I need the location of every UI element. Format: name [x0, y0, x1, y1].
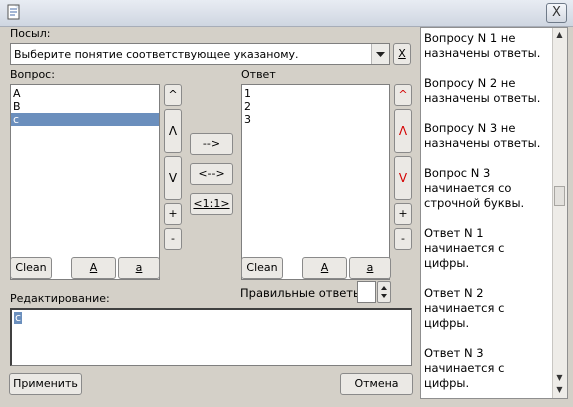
scroll-bottom-icon[interactable]: ▼: [554, 384, 565, 395]
message-selected-text: Выберите понятие соответствующее указано…: [14, 48, 299, 61]
question-lowercase-button[interactable]: a: [118, 257, 160, 279]
warnings-list: Вопросу N 1 не назначены ответы. Вопросу…: [424, 31, 550, 406]
answer-item-2[interactable]: 2: [242, 100, 389, 113]
chevron-down-icon: [376, 52, 385, 57]
editing-textarea[interactable]: c: [10, 308, 412, 366]
warning-item-3: Вопросу N 3 не назначены ответы.: [424, 121, 541, 150]
answer-items: 1 2 3: [242, 87, 389, 126]
correct-answers-label: Правильные ответь: [240, 286, 360, 300]
answer-move-up-button[interactable]: Λ: [394, 109, 412, 153]
question-item-2[interactable]: B: [11, 100, 159, 113]
answer-move-down-button[interactable]: V: [394, 156, 412, 200]
warning-item-2: Вопросу N 2 не назначены ответы.: [424, 76, 541, 105]
editing-text: c: [14, 311, 23, 324]
question-uppercase-button[interactable]: A: [71, 257, 116, 279]
answer-add-button[interactable]: +: [394, 203, 412, 225]
map-both-button[interactable]: <-->: [190, 163, 233, 185]
apply-button[interactable]: Применить: [9, 373, 82, 395]
map-forward-button[interactable]: -->: [190, 133, 233, 155]
question-move-top-button[interactable]: ^: [164, 84, 182, 106]
answer-uppercase-button[interactable]: A: [302, 257, 347, 279]
scroll-up-icon[interactable]: ▲: [554, 29, 565, 40]
warning-item-5: Ответ N 1 начинается с цифры.: [424, 226, 505, 270]
question-items: A B c: [11, 87, 159, 126]
warning-item-7: Ответ N 3 начинается с цифры.: [424, 346, 505, 390]
message-clear-button[interactable]: X: [393, 43, 411, 65]
close-button[interactable]: X: [546, 3, 567, 23]
question-add-button[interactable]: +: [164, 203, 182, 225]
question-label: Вопрос:: [10, 68, 55, 81]
message-label: Посыл:: [10, 27, 51, 40]
message-dropdown-button[interactable]: [371, 44, 389, 64]
warning-item-1: Вопросу N 1 не назначены ответы.: [424, 31, 541, 60]
correct-answers-spinner[interactable]: [377, 281, 391, 303]
answer-list[interactable]: 1 2 3: [241, 84, 390, 280]
cancel-button[interactable]: Отмена: [340, 373, 413, 395]
warning-item-6: Ответ N 2 начинается с цифры.: [424, 286, 505, 330]
title-bar: X: [0, 0, 573, 27]
document-icon: [7, 4, 20, 20]
scroll-down-icon[interactable]: ▼: [554, 372, 565, 383]
editing-label: Редактирование:: [10, 292, 110, 305]
question-move-up-button[interactable]: Λ: [164, 109, 182, 153]
question-item-1[interactable]: A: [11, 87, 159, 100]
message-combobox[interactable]: Выберите понятие соответствующее указано…: [10, 43, 390, 65]
question-item-3[interactable]: c: [11, 113, 159, 126]
map-one-to-one-button[interactable]: <1:1>: [190, 193, 233, 215]
question-remove-button[interactable]: -: [164, 228, 182, 250]
answer-move-top-button[interactable]: ^: [394, 84, 412, 106]
answer-clean-button[interactable]: Clean: [241, 257, 283, 279]
question-list[interactable]: A B c: [10, 84, 160, 280]
scroll-thumb[interactable]: [554, 186, 565, 206]
warnings-panel[interactable]: Вопросу N 1 не назначены ответы. Вопросу…: [420, 27, 568, 399]
answer-remove-button[interactable]: -: [394, 228, 412, 250]
answer-item-3[interactable]: 3: [242, 113, 389, 126]
answer-label: Ответ: [241, 68, 276, 81]
warnings-scrollbar[interactable]: ▲ ▼ ▼: [552, 28, 567, 398]
question-clean-accel: Clean: [15, 261, 47, 274]
correct-answers-input[interactable]: [357, 281, 376, 303]
spinner-arrows-icon: [381, 286, 387, 298]
question-clean-button[interactable]: Clean: [10, 257, 52, 279]
warning-item-4: Вопрос N 3 начинается со строчной буквы.: [424, 166, 525, 210]
answer-item-1[interactable]: 1: [242, 87, 389, 100]
dialog-client: Посыл: Выберите понятие соответствующее …: [1, 27, 572, 407]
question-move-down-button[interactable]: V: [164, 156, 182, 200]
answer-lowercase-button[interactable]: a: [349, 257, 391, 279]
